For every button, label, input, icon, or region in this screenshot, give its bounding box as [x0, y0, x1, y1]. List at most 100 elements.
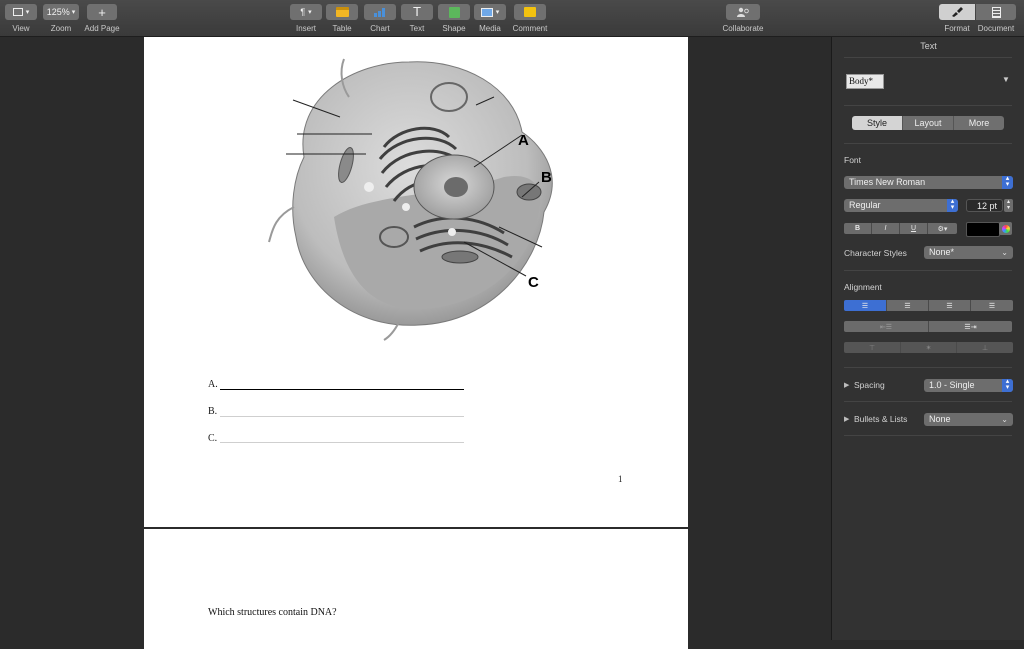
align-bottom-icon: ⊥ [981, 344, 989, 352]
answer-c-line[interactable] [220, 442, 464, 443]
collaborate-control[interactable]: Collaborate [717, 4, 769, 33]
answer-a-line[interactable] [220, 389, 464, 390]
text-box-icon: T [413, 5, 421, 19]
text-button[interactable]: T [401, 4, 433, 20]
text-tabs: Style Layout More [852, 116, 1004, 130]
justify-button[interactable]: ☰ [971, 300, 1013, 311]
text-options-button[interactable]: ⚙▾ [928, 223, 957, 234]
align-center-button[interactable]: ☰ [887, 300, 929, 311]
tab-style[interactable]: Style [852, 116, 903, 130]
underline-button[interactable]: U [900, 223, 928, 234]
text-label: Text [409, 24, 425, 33]
comment-control[interactable]: Comment [512, 4, 548, 33]
stepper-arrows-icon: ▴ ▾ [1002, 175, 1013, 189]
chevron-down-icon: ⌄ [1001, 415, 1008, 424]
collaborate-button[interactable] [726, 4, 760, 20]
comment-label: Comment [512, 24, 548, 33]
document-button[interactable] [976, 4, 1016, 20]
divider [844, 435, 1012, 436]
paragraph-style-select[interactable]: Body* [846, 74, 884, 89]
plus-icon: + [98, 4, 106, 20]
align-top-icon: ⊤ [868, 344, 876, 352]
divider [844, 367, 1012, 368]
disclosure-triangle-icon[interactable]: ▶ [844, 415, 849, 423]
view-label: View [12, 24, 30, 33]
pilcrow-icon: ¶ [300, 7, 306, 17]
media-control[interactable]: ▾ Media [474, 4, 506, 33]
spacing-label[interactable]: Spacing [854, 380, 885, 390]
align-middle-icon: ✶ [925, 344, 932, 352]
bold-button[interactable]: B [844, 223, 872, 234]
document-canvas[interactable]: A B C A. B. C. 1 Which structures contai… [0, 37, 831, 649]
chart-icon [374, 8, 385, 17]
add-page-button[interactable]: + [87, 4, 117, 20]
character-format-buttons: B I U ⚙▾ [844, 223, 957, 234]
font-weight-value: Regular [849, 200, 881, 210]
tab-layout[interactable]: Layout [903, 116, 954, 130]
indent-buttons: ⇤☰ ☰⇥ [844, 321, 1012, 332]
shape-button[interactable] [438, 4, 470, 20]
media-button[interactable]: ▾ [474, 4, 506, 20]
vertical-alignment-buttons: ⊤ ✶ ⊥ [844, 342, 1013, 353]
insert-control[interactable]: ¶ ▾ Insert [290, 4, 322, 33]
font-family-value: Times New Roman [849, 177, 926, 187]
font-size-stepper[interactable]: ▴ ▾ [1004, 199, 1013, 212]
align-top-button[interactable]: ⊤ [844, 342, 901, 353]
view-control[interactable]: ▾ View [5, 4, 37, 33]
text-color-well[interactable] [966, 222, 1000, 237]
view-button[interactable]: ▾ [5, 4, 37, 20]
spacing-select[interactable]: 1.0 - Single ▴ ▾ [924, 378, 1013, 392]
add-page-control[interactable]: + Add Page [84, 4, 120, 33]
increase-indent-button[interactable]: ☰⇥ [929, 321, 1012, 332]
animal-cell-diagram: A B C [268, 58, 553, 341]
page-1[interactable]: A B C A. B. C. 1 [144, 37, 688, 527]
bullets-lists-select[interactable]: None ⌄ [924, 413, 1013, 426]
color-picker-button[interactable] [999, 222, 1012, 235]
zoom-button[interactable]: 125% ▾ [43, 4, 79, 20]
tab-more[interactable]: More [954, 116, 1004, 130]
document-control[interactable]: Document [976, 4, 1016, 33]
label-b: B [541, 169, 552, 186]
align-bottom-button[interactable]: ⊥ [957, 342, 1013, 353]
shape-icon [448, 6, 460, 18]
bullets-lists-label[interactable]: Bullets & Lists [854, 414, 907, 424]
shape-label: Shape [442, 24, 466, 33]
align-right-button[interactable]: ☰ [929, 300, 971, 311]
font-size-field[interactable]: 12 pt [966, 199, 1003, 212]
align-middle-button[interactable]: ✶ [901, 342, 957, 353]
align-left-button[interactable]: ☰ [844, 300, 887, 311]
character-styles-select[interactable]: None* ⌄ [924, 246, 1013, 259]
chart-control[interactable]: Chart [364, 4, 396, 33]
font-weight-select[interactable]: Regular ▴ ▾ [844, 198, 958, 212]
table-button[interactable] [326, 4, 358, 20]
insert-button[interactable]: ¶ ▾ [290, 4, 322, 20]
spacing-value: 1.0 - Single [929, 380, 975, 390]
sidebar-title: Text [920, 41, 937, 51]
chart-button[interactable] [364, 4, 396, 20]
page-number: 1 [618, 474, 623, 484]
text-control[interactable]: T Text [401, 4, 433, 33]
answer-b-line[interactable] [220, 416, 464, 417]
format-control[interactable]: Format [938, 4, 976, 33]
disclosure-triangle-icon[interactable]: ▶ [844, 381, 849, 389]
divider [844, 270, 1012, 271]
chevron-down-icon: ▾ [495, 9, 500, 16]
divider [844, 401, 1012, 402]
font-family-select[interactable]: Times New Roman ▴ ▾ [844, 175, 1013, 189]
zoom-control[interactable]: 125% ▾ Zoom [43, 4, 79, 33]
table-control[interactable]: Table [326, 4, 358, 33]
comment-button[interactable] [514, 4, 546, 20]
shape-control[interactable]: Shape [438, 4, 470, 33]
color-wheel-icon [1001, 224, 1010, 233]
decrease-indent-button[interactable]: ⇤☰ [844, 321, 929, 332]
italic-button[interactable]: I [872, 223, 900, 234]
page-2[interactable]: Which structures contain DNA? [144, 529, 688, 649]
comment-icon [524, 7, 536, 17]
chevron-down-icon[interactable]: ▼ [1002, 75, 1010, 84]
chevron-down-icon: ▾ [71, 9, 76, 16]
photo-icon [480, 7, 493, 17]
question-text[interactable]: Which structures contain DNA? [208, 607, 337, 618]
format-button[interactable] [939, 4, 975, 20]
paragraph-style-value: Body* [849, 76, 874, 86]
answer-c-letter: C. [208, 433, 218, 444]
